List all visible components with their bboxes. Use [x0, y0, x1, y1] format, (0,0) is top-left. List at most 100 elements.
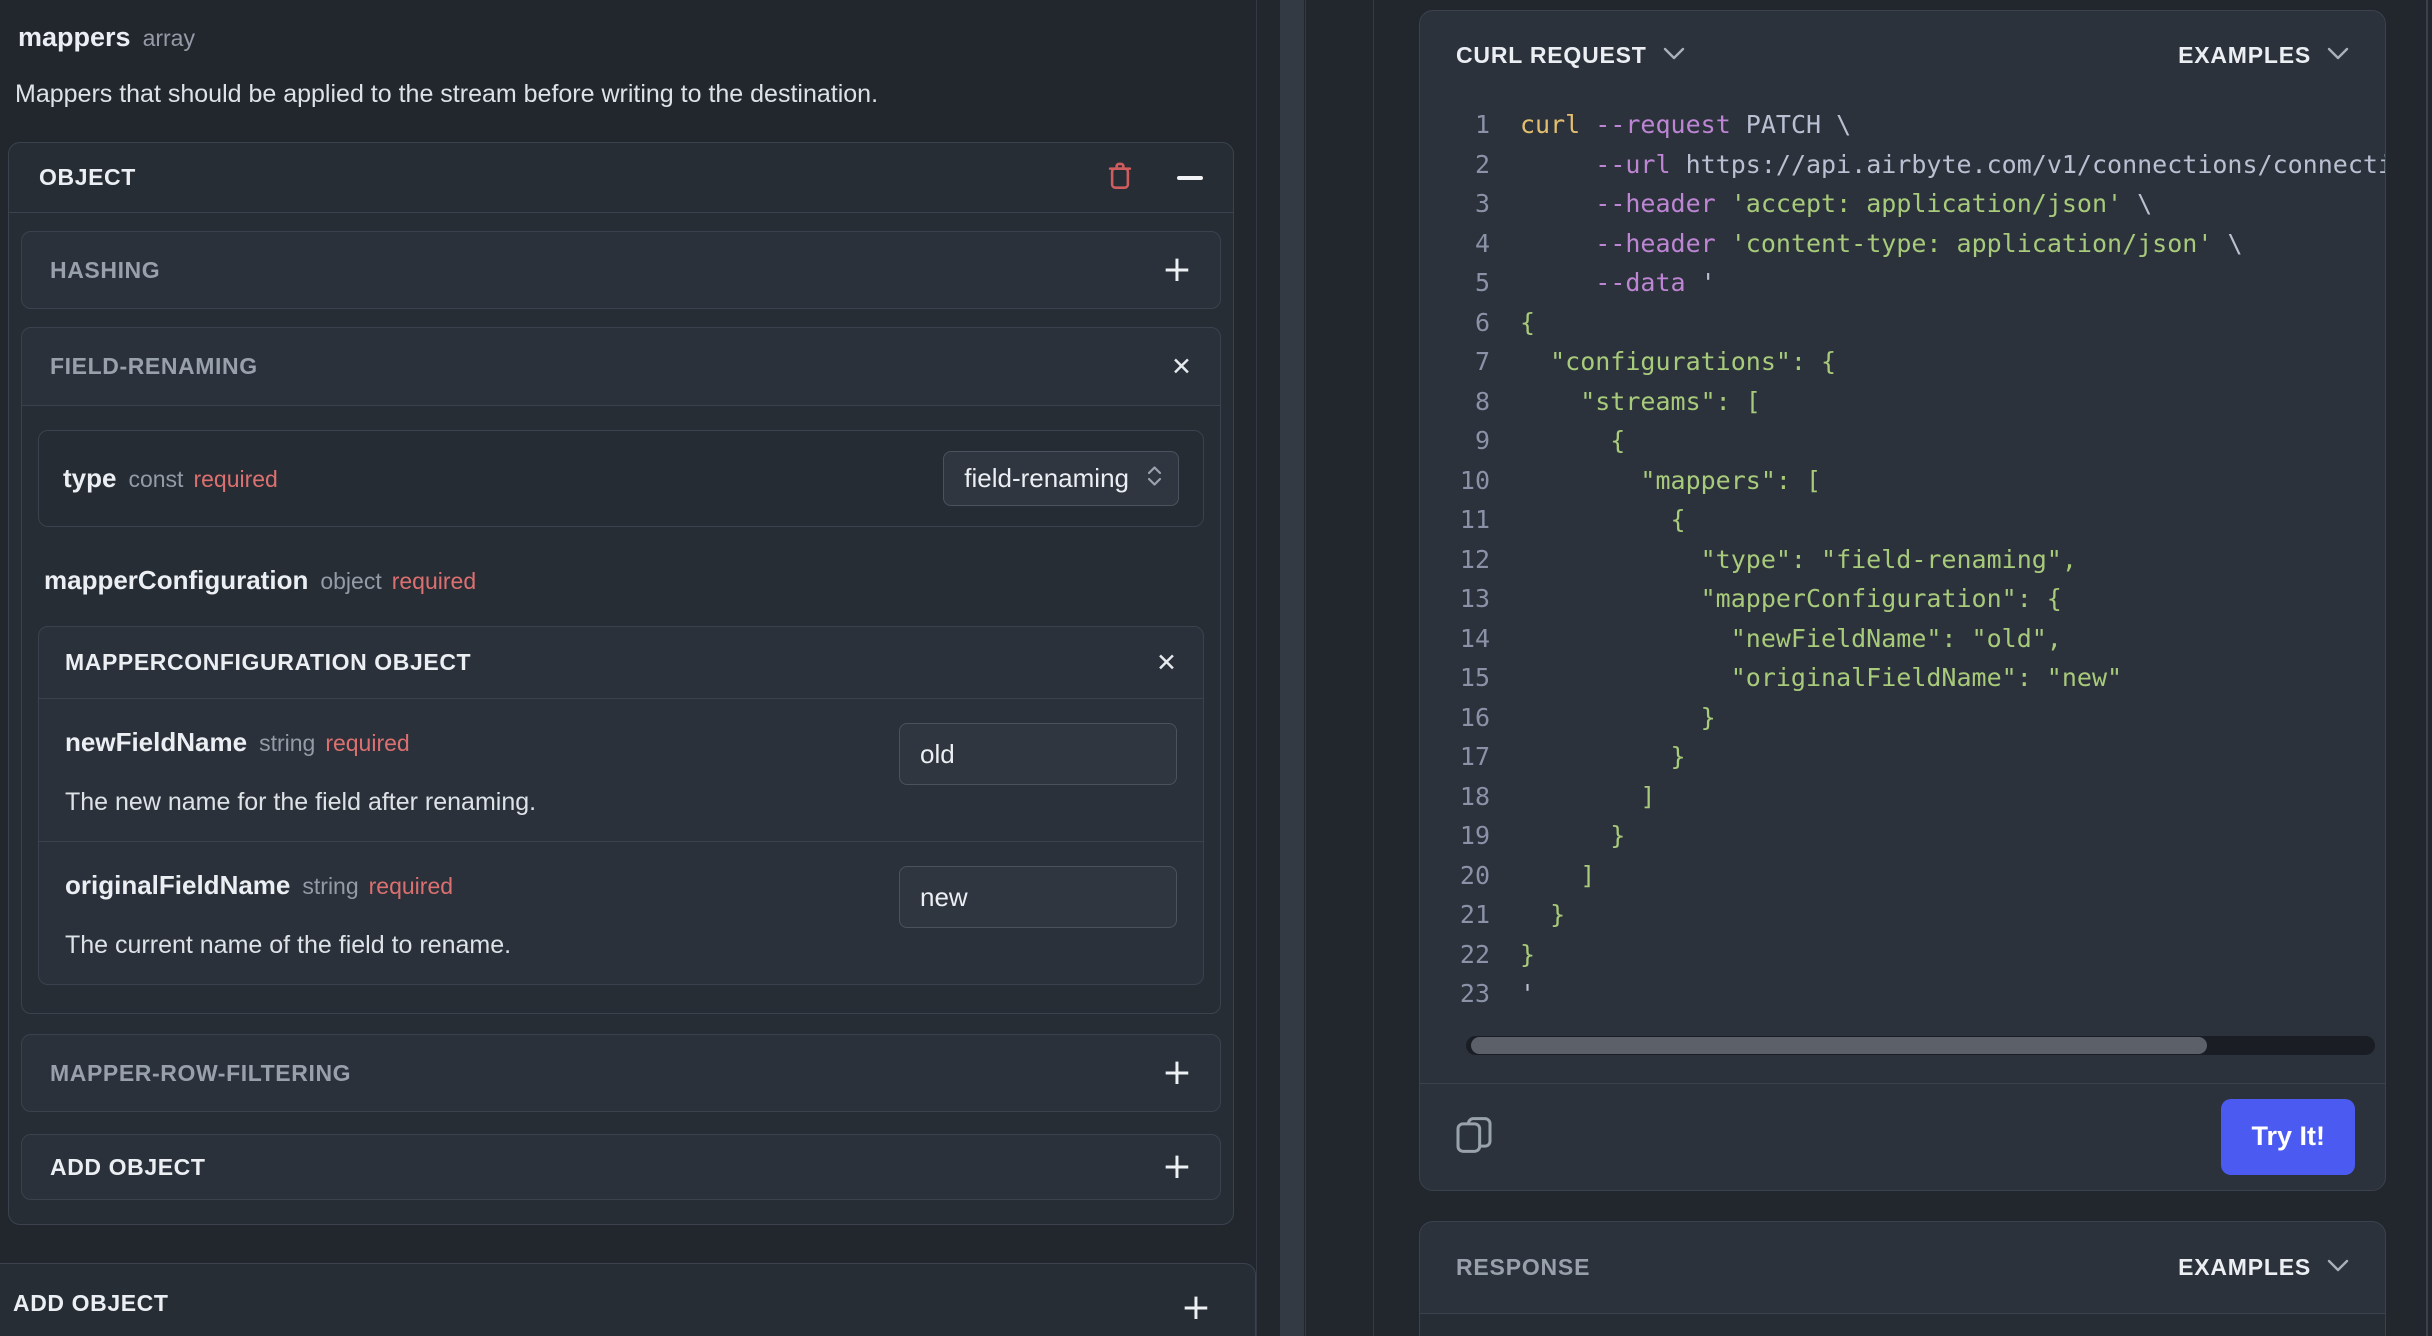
object-card-header: OBJECT: [9, 143, 1233, 213]
page-scrollbar[interactable]: [2426, 0, 2428, 1336]
curl-panel-header: CURL REQUEST EXAMPLES: [1420, 11, 2385, 99]
examples-label: EXAMPLES: [2178, 41, 2311, 68]
curl-request-panel: CURL REQUEST EXAMPLES 1 curl --request PA…: [1419, 10, 2386, 1191]
copy-code-button[interactable]: [1454, 1115, 1494, 1158]
code-line: 6{: [1474, 307, 1536, 337]
try-it-button[interactable]: Try It!: [2221, 1098, 2355, 1175]
code-line: 8 "streams": [: [1474, 386, 1761, 416]
type-qualifier: const: [128, 466, 184, 492]
mapperconfiguration-name: mapperConfiguration: [44, 565, 309, 595]
collapse-object-button[interactable]: [1177, 175, 1203, 180]
response-examples-label: EXAMPLES: [2178, 1253, 2311, 1280]
mapperconfiguration-label-line: mapperConfiguration object required: [44, 565, 1204, 596]
code-line: 23 ': [1459, 979, 1536, 1008]
curl-panel-footer: Try It!: [1420, 1084, 2385, 1190]
section-hashing[interactable]: HASHING +: [21, 231, 1221, 309]
code-line: 20 ]: [1459, 860, 1596, 890]
originalfieldname-input[interactable]: [899, 866, 1177, 928]
type-select-value: field-renaming: [964, 463, 1129, 493]
section-mapper-row-filtering[interactable]: MAPPER-ROW-FILTERING +: [21, 1034, 1221, 1112]
select-chevrons-icon: [1145, 464, 1164, 493]
code-line: 2 --url https://api.airbyte.com/v1/conne…: [1474, 149, 2385, 179]
newfieldname-required-badge: required: [325, 730, 410, 756]
newfieldname-description: The new name for the field after renamin…: [65, 788, 537, 816]
code-block: 1 curl --request PATCH \ 2 --url https://a…: [1420, 99, 2385, 1055]
code-scrollbar-thumb[interactable]: [1471, 1036, 2208, 1054]
property-type: array: [142, 25, 195, 51]
minus-icon: [1177, 175, 1203, 180]
originalfieldname-row: originalFieldName string required The cu…: [39, 841, 1203, 984]
newfieldname-qualifier: string: [259, 730, 316, 756]
close-icon[interactable]: ✕: [1171, 354, 1192, 379]
object-card: OBJECT HASHING + FIELD-RENAMING ✕ type c…: [8, 142, 1234, 1225]
examples-dropdown[interactable]: EXAMPLES: [2178, 42, 2349, 69]
object-card-actions: [1105, 160, 1203, 195]
mapper-row-filtering-label: MAPPER-ROW-FILTERING: [50, 1059, 352, 1086]
mapperconfiguration-card: MAPPERCONFIGURATION OBJECT ✕ newFieldNam…: [38, 626, 1204, 985]
originalfieldname-qualifier: string: [302, 873, 359, 899]
type-required-badge: required: [193, 466, 278, 492]
object-card-title: OBJECT: [39, 164, 136, 190]
chevron-down-icon: [2327, 47, 2349, 63]
mapperconfiguration-required-badge: required: [391, 568, 477, 594]
originalfieldname-required-badge: required: [368, 873, 454, 899]
originalfieldname-description: The current name of the field to rename.: [65, 931, 512, 959]
property-name: mappers: [18, 22, 131, 52]
object-card-body: HASHING + FIELD-RENAMING ✕ type const re…: [9, 213, 1233, 1200]
code-line: 3 --header 'accept: application/json' \: [1474, 189, 2153, 218]
api-docs-page: mappers array Mappers that should be app…: [0, 0, 2432, 1336]
code-lines: 1 curl --request PATCH \ 2 --url https://a…: [1444, 105, 2385, 1014]
code-line: 16 }: [1459, 702, 1716, 732]
newfieldname-input[interactable]: [899, 723, 1177, 785]
code-line: 13 "mapperConfiguration": {: [1459, 584, 2062, 613]
mapperconfiguration-card-header: MAPPERCONFIGURATION OBJECT ✕: [39, 627, 1203, 699]
curl-request-dropdown[interactable]: CURL REQUEST: [1456, 42, 1685, 69]
delete-object-button[interactable]: [1105, 160, 1135, 195]
response-body: [1420, 1313, 2385, 1336]
plus-icon[interactable]: +: [1162, 1055, 1192, 1091]
code-line: 1 curl --request PATCH \: [1474, 110, 1852, 139]
code-line: 7 "configurations": {: [1474, 347, 1837, 376]
plus-icon[interactable]: +: [1162, 1149, 1192, 1185]
code-horizontal-scrollbar[interactable]: [1466, 1035, 2375, 1055]
add-object-outer-label: ADD OBJECT: [13, 1290, 169, 1316]
hashing-label: HASHING: [50, 256, 161, 283]
close-icon[interactable]: ✕: [1156, 650, 1177, 675]
add-object-inner-label: ADD OBJECT: [50, 1153, 206, 1180]
mapperconfiguration-card-title: MAPPERCONFIGURATION OBJECT: [65, 649, 472, 675]
request-column: CURL REQUEST EXAMPLES 1 curl --request PA…: [1373, 0, 2432, 1336]
type-name: type: [63, 463, 117, 493]
code-line: 17 }: [1459, 742, 1686, 771]
add-object-button-inner[interactable]: ADD OBJECT +: [21, 1134, 1221, 1200]
plus-icon[interactable]: +: [1181, 1290, 1211, 1326]
code-line: 15 "originalFieldName": "new": [1459, 663, 2123, 692]
add-object-button-outer[interactable]: ADD OBJECT +: [0, 1263, 1256, 1336]
field-renaming-label: FIELD-RENAMING: [50, 353, 258, 379]
code-line: 11 {: [1459, 505, 1686, 534]
trash-icon: [1105, 160, 1135, 195]
column-gap: [1306, 0, 1373, 1336]
code-line: 22}: [1459, 939, 1536, 969]
response-panel-header: RESPONSE EXAMPLES: [1420, 1222, 2385, 1314]
originalfieldname-info: originalFieldName string required The cu…: [65, 866, 875, 960]
response-examples-dropdown[interactable]: EXAMPLES: [2178, 1254, 2349, 1281]
property-description: Mappers that should be applied to the st…: [15, 80, 879, 108]
section-field-renaming: FIELD-RENAMING ✕ type const required fie…: [21, 327, 1221, 1014]
type-select[interactable]: field-renaming: [943, 451, 1179, 506]
code-line: 21 }: [1459, 900, 1566, 929]
doc-scrollbar[interactable]: [1256, 0, 1306, 1336]
code-line: 12 "type": "field-renaming",: [1459, 544, 2077, 574]
plus-icon[interactable]: +: [1162, 252, 1192, 288]
newfieldname-info: newFieldName string required The new nam…: [65, 723, 875, 817]
code-line: 14 "newFieldName": "old",: [1459, 623, 2062, 653]
doc-scrollbar-thumb[interactable]: [1280, 0, 1304, 1336]
newfieldname-name: newFieldName: [65, 727, 248, 757]
code-line: 18 ]: [1459, 781, 1656, 811]
chevron-down-icon: [2327, 1259, 2349, 1275]
property-heading: mappers array: [18, 22, 1256, 53]
response-panel: RESPONSE EXAMPLES: [1419, 1220, 2386, 1336]
type-field-row: type const required field-renaming: [38, 430, 1204, 527]
originalfieldname-name: originalFieldName: [65, 870, 291, 900]
field-renaming-header: FIELD-RENAMING ✕: [22, 328, 1220, 406]
code-line: 10 "mappers": [: [1459, 465, 1822, 495]
